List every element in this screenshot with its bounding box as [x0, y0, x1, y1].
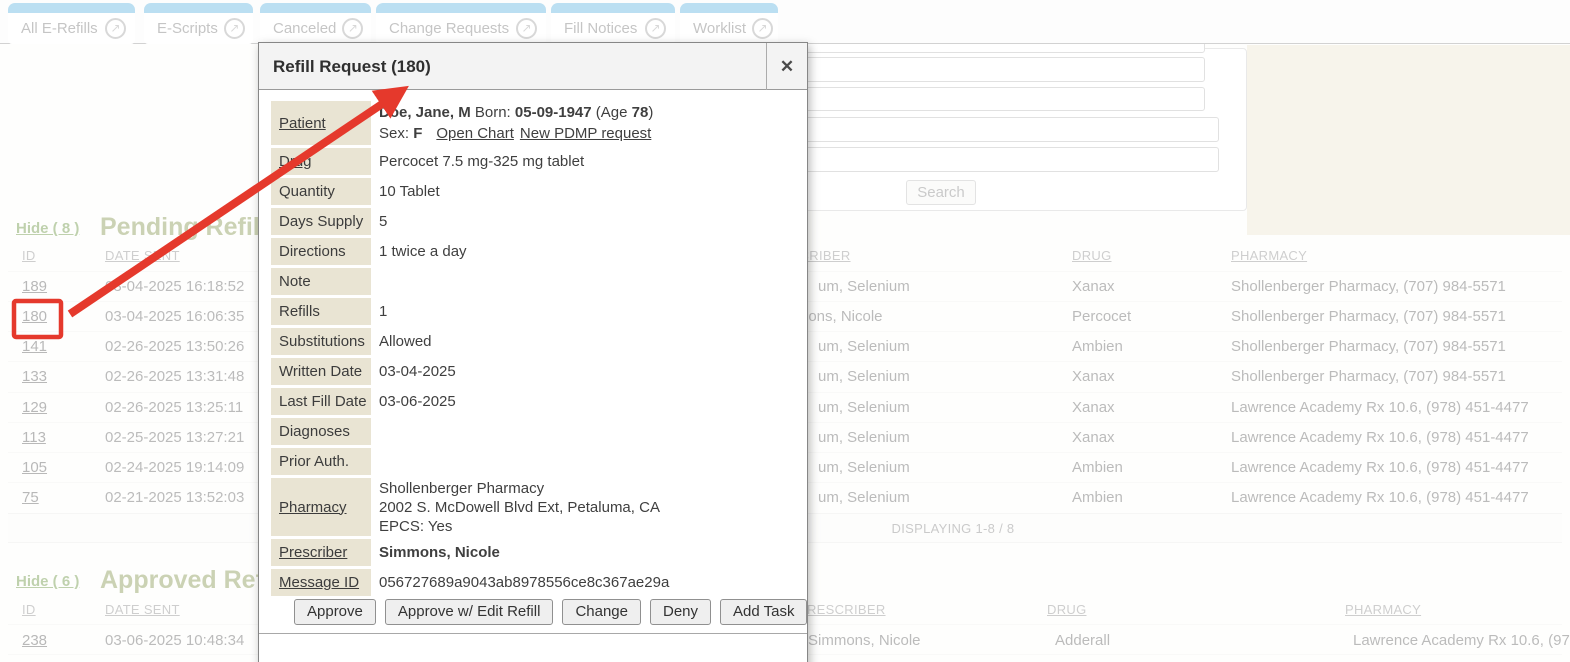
quantity-value: 10 Tablet	[379, 178, 795, 205]
pharmacy-label-link[interactable]: Pharmacy	[271, 478, 371, 536]
message-id-label-link[interactable]: Message ID	[271, 569, 371, 596]
quantity-label: Quantity	[271, 178, 371, 205]
written-date-value: 03-04-2025	[379, 358, 795, 385]
prior-auth-label: Prior Auth.	[271, 448, 371, 475]
written-date-label: Written Date	[271, 358, 371, 385]
field-row-directions: Directions 1 twice a day	[271, 238, 795, 265]
patient-dob: 05-09-1947	[515, 104, 592, 121]
last-fill-date-value: 03-06-2025	[379, 388, 795, 415]
patient-label-link[interactable]: Patient	[271, 101, 371, 145]
sex-label: Sex:	[379, 125, 413, 142]
field-row-message-id: Message ID 056727689a9043ab8978556ce8c36…	[271, 569, 795, 596]
days-supply-value: 5	[379, 208, 795, 235]
patient-age: 78	[632, 104, 649, 121]
field-row-days-supply: Days Supply 5	[271, 208, 795, 235]
prescriber-value: Simmons, Nicole	[379, 539, 795, 566]
prescriber-label-link[interactable]: Prescriber	[271, 539, 371, 566]
prior-auth-value	[379, 448, 795, 475]
substitutions-value: Allowed	[379, 328, 795, 355]
approve-with-edit-refill-button[interactable]: Approve w/ Edit Refill	[385, 599, 554, 625]
field-row-drug: Drug Percocet 7.5 mg-325 mg tablet	[271, 148, 795, 175]
refill-request-dialog: Refill Request (180) ✕ Patient Doe, Jane…	[258, 42, 808, 662]
patient-line-1: Doe, Jane, M Born: 05-09-1947 (Age 78)	[379, 102, 653, 123]
directions-value: 1 twice a day	[379, 238, 795, 265]
new-pdmp-request-link[interactable]: New PDMP request	[520, 125, 651, 142]
patient-line-2: Sex: F Open Chart New PDMP request	[379, 123, 651, 144]
dialog-body: Patient Doe, Jane, M Born: 05-09-1947 (A…	[259, 90, 807, 625]
field-row-pharmacy: Pharmacy Shollenberger Pharmacy 2002 S. …	[271, 478, 795, 536]
diagnoses-label: Diagnoses	[271, 418, 371, 445]
dialog-header: Refill Request (180) ✕	[259, 43, 807, 90]
dialog-title: Refill Request (180)	[273, 43, 431, 90]
refills-value: 1	[379, 298, 795, 325]
patient-name: Doe, Jane, M	[379, 104, 471, 121]
deny-button[interactable]: Deny	[650, 599, 711, 625]
age-prefix: (Age	[592, 104, 632, 121]
field-row-last-fill-date: Last Fill Date 03-06-2025	[271, 388, 795, 415]
pharmacy-name: Shollenberger Pharmacy	[379, 479, 544, 498]
field-row-refills: Refills 1	[271, 298, 795, 325]
close-icon[interactable]: ✕	[766, 43, 807, 90]
age-suffix: )	[648, 104, 653, 121]
open-chart-link[interactable]: Open Chart	[436, 125, 514, 142]
note-label: Note	[271, 268, 371, 295]
pharmacy-epcs: EPCS: Yes	[379, 517, 452, 536]
dialog-footer-divider	[259, 633, 807, 634]
last-fill-date-label: Last Fill Date	[271, 388, 371, 415]
directions-label: Directions	[271, 238, 371, 265]
field-row-written-date: Written Date 03-04-2025	[271, 358, 795, 385]
change-button[interactable]: Change	[562, 599, 641, 625]
days-supply-label: Days Supply	[271, 208, 371, 235]
diagnoses-value	[379, 418, 795, 445]
field-row-quantity: Quantity 10 Tablet	[271, 178, 795, 205]
field-row-substitutions: Substitutions Allowed	[271, 328, 795, 355]
dialog-actions: Approve Approve w/ Edit Refill Change De…	[294, 599, 795, 625]
patient-sex: F	[413, 125, 422, 142]
message-id-value: 056727689a9043ab8978556ce8c367ae29a	[379, 569, 795, 596]
add-task-button[interactable]: Add Task	[720, 599, 807, 625]
field-row-note: Note	[271, 268, 795, 295]
born-label: Born:	[471, 104, 515, 121]
field-row-prescriber: Prescriber Simmons, Nicole	[271, 539, 795, 566]
drug-label-link[interactable]: Drug	[271, 148, 371, 175]
substitutions-label: Substitutions	[271, 328, 371, 355]
drug-value: Percocet 7.5 mg-325 mg tablet	[379, 148, 795, 175]
approve-button[interactable]: Approve	[294, 599, 376, 625]
page: All E-Refills↗ E-Scripts↗ Canceled↗ Chan…	[0, 0, 1570, 662]
pharmacy-address: 2002 S. McDowell Blvd Ext, Petaluma, CA	[379, 498, 660, 517]
refills-label: Refills	[271, 298, 371, 325]
field-row-prior-auth: Prior Auth.	[271, 448, 795, 475]
note-value	[379, 268, 795, 295]
field-row-diagnoses: Diagnoses	[271, 418, 795, 445]
field-row-patient: Patient Doe, Jane, M Born: 05-09-1947 (A…	[271, 101, 795, 145]
